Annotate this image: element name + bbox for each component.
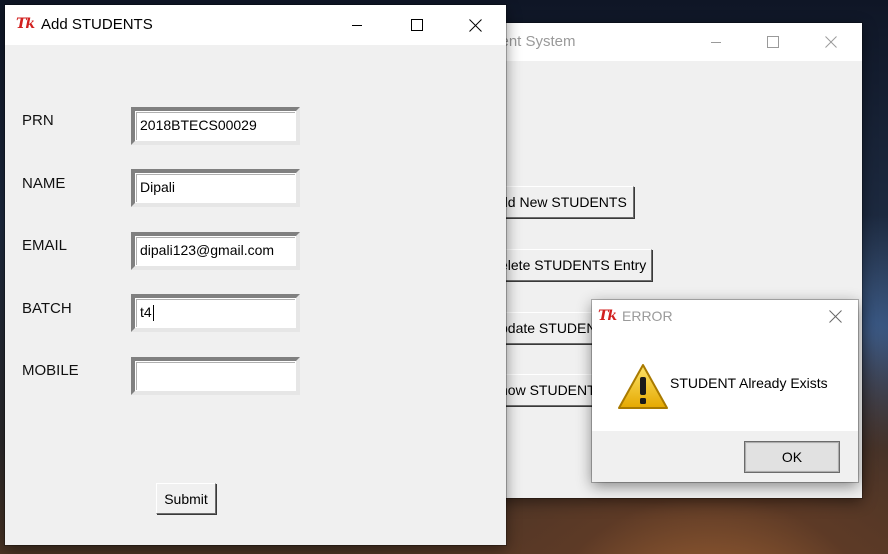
main-window-titlebar[interactable]: ment System <box>470 23 862 61</box>
update-students-button[interactable]: pdate STUDEN <box>497 312 597 344</box>
minimize-button[interactable] <box>693 23 739 61</box>
show-students-button[interactable]: how STUDENT <box>497 374 597 406</box>
minimize-button[interactable] <box>334 5 380 45</box>
prn-value: 2018BTECS00029 <box>136 112 295 140</box>
close-icon <box>828 309 842 323</box>
minimize-icon <box>352 25 362 26</box>
error-dialog-titlebar[interactable]: Tk ERROR <box>592 300 858 332</box>
maximize-icon <box>411 19 423 31</box>
mobile-label: MOBILE <box>22 362 79 379</box>
close-icon <box>825 36 837 48</box>
mobile-value <box>136 362 295 390</box>
error-dialog: Tk ERROR STUDENT Already Exists OK <box>592 300 858 482</box>
email-value: dipali123@gmail.com <box>136 237 295 265</box>
close-button[interactable] <box>808 23 854 61</box>
ok-button[interactable]: OK <box>745 442 839 472</box>
error-message: STUDENT Already Exists <box>670 375 828 391</box>
email-label: EMAIL <box>22 237 68 254</box>
name-label: NAME <box>22 175 66 192</box>
prn-field[interactable]: 2018BTECS00029 <box>131 107 300 145</box>
prn-label: PRN <box>22 112 54 129</box>
add-students-titlebar[interactable]: Tk Add STUDENTS <box>5 5 506 45</box>
mobile-field[interactable] <box>131 357 300 395</box>
delete-students-entry-button[interactable]: elete STUDENTS Entry <box>497 249 652 281</box>
add-students-window: Tk Add STUDENTS PRN 2018BTECS00029 NAME … <box>5 5 506 545</box>
maximize-button[interactable] <box>394 5 440 45</box>
batch-input: t4 <box>136 299 295 327</box>
tk-logo-icon: Tk <box>16 16 35 32</box>
name-field[interactable]: Dipali <box>131 169 300 207</box>
maximize-button[interactable] <box>750 23 796 61</box>
batch-value: t4 <box>140 304 152 320</box>
close-button[interactable] <box>452 5 498 45</box>
email-field[interactable]: dipali123@gmail.com <box>131 232 300 270</box>
submit-button[interactable]: Submit <box>156 483 216 514</box>
add-new-students-button[interactable]: dd New STUDENTS <box>497 186 634 218</box>
error-dialog-title: ERROR <box>622 308 673 324</box>
text-caret <box>152 305 154 322</box>
warning-icon <box>617 363 669 411</box>
close-button[interactable] <box>812 300 858 332</box>
maximize-icon <box>767 36 779 48</box>
name-value: Dipali <box>136 174 295 202</box>
batch-label: BATCH <box>22 300 72 317</box>
minimize-icon <box>711 42 721 43</box>
add-students-title: Add STUDENTS <box>41 16 153 33</box>
batch-field[interactable]: t4 <box>131 294 300 332</box>
close-icon <box>468 18 482 32</box>
tk-logo-icon: Tk <box>598 308 617 324</box>
